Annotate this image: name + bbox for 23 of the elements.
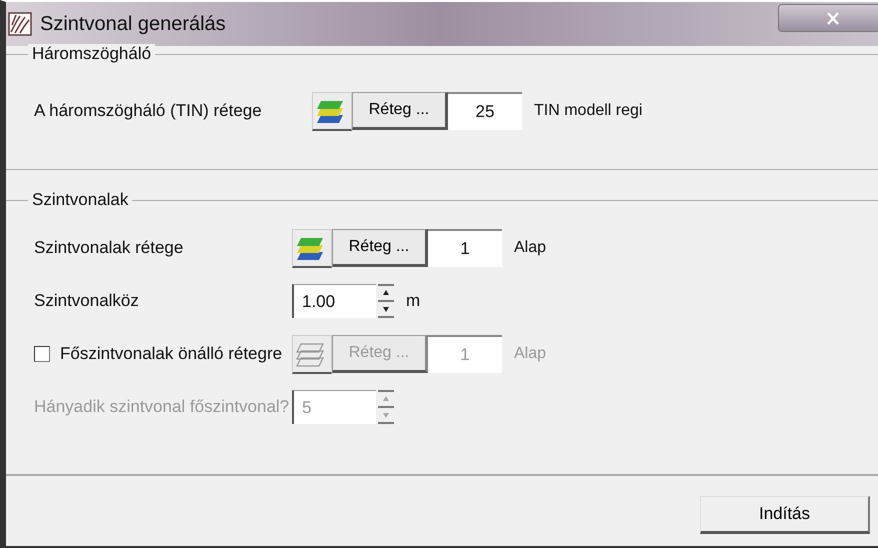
field-label: A háromszögháló (TIN) rétege: [34, 101, 262, 121]
contour-lines-icon: [8, 12, 32, 36]
layer-name: Alap: [514, 239, 546, 257]
layer-button[interactable]: Réteg ...: [332, 229, 428, 267]
window-title: Szintvonal generálás: [40, 12, 227, 36]
number-field[interactable]: 1.00: [292, 284, 376, 318]
layer-number-field[interactable]: 1: [428, 229, 502, 267]
layer-number-field[interactable]: 25: [448, 92, 522, 130]
field-label: Főszintvonalak önálló rétegre: [60, 344, 282, 364]
group-title: Háromszögháló: [28, 44, 156, 64]
unit-label: m: [406, 291, 420, 311]
spin-buttons[interactable]: [376, 283, 396, 319]
layer-name: TIN modell regi: [534, 102, 642, 120]
close-icon: [826, 12, 840, 24]
layers-icon[interactable]: [292, 229, 332, 268]
layer-name: Alap: [514, 345, 546, 363]
layer-button[interactable]: Réteg ...: [352, 92, 448, 130]
field-label: Hányadik szintvonal főszintvonal?: [34, 397, 290, 417]
close-button[interactable]: [778, 4, 878, 32]
layers-icon[interactable]: [312, 92, 352, 131]
start-button[interactable]: Indítás: [700, 496, 870, 534]
field-label: Szintvonalak rétege: [34, 238, 184, 258]
field-label: Szintvonalköz: [34, 291, 139, 311]
